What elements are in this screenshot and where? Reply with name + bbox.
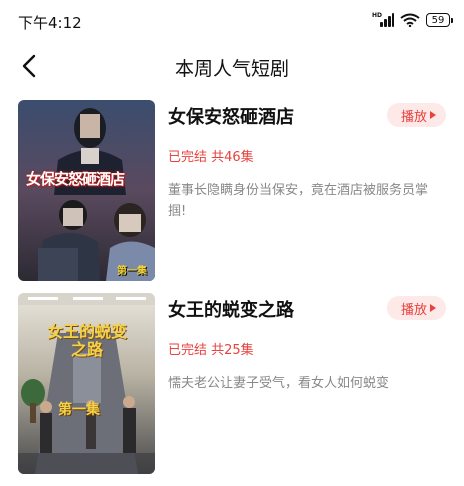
drama-list: 女保安怒砸酒店 第一集 女保安怒砸酒店 播放 已完结 共46集 董事长隐瞒身份当… <box>0 100 464 486</box>
drama-status: 已完结 共46集 <box>168 150 254 165</box>
play-icon <box>430 111 436 119</box>
page-title: 本周人气短剧 <box>174 58 289 80</box>
play-icon <box>430 304 436 312</box>
poster-title-text: 女保安怒砸酒店 <box>26 170 125 188</box>
poster-episode-text: 第一集 <box>117 266 147 277</box>
drama-description: 董事长隐瞒身份当保安，竟在酒店被服务员掌掴! <box>168 183 429 219</box>
drama-status: 已完结 共25集 <box>168 343 254 358</box>
play-button-label: 播放 <box>400 109 427 125</box>
signal-icon: HD <box>372 12 394 27</box>
play-button-label: 播放 <box>400 302 427 318</box>
drama-poster[interactable]: 女王的蜕变之路 第一集 <box>18 293 155 474</box>
drama-description: 懦夫老公让妻子受气，看女人如何蜕变 <box>168 376 390 391</box>
play-button[interactable]: 播放 <box>386 103 446 127</box>
poster-episode-text: 第一集 <box>58 402 100 418</box>
drama-title[interactable]: 女王的蜕变之路 <box>168 296 294 322</box>
status-bar: 下午4:12 HD 59 <box>0 0 464 44</box>
poster-title-text: 女王的蜕变之路 <box>46 322 127 359</box>
status-icons: HD 59 <box>372 12 453 27</box>
wifi-icon <box>400 13 420 27</box>
network-type-label: HD <box>372 12 383 19</box>
drama-poster[interactable]: 女保安怒砸酒店 第一集 <box>18 100 155 281</box>
play-button[interactable]: 播放 <box>386 296 446 320</box>
status-time: 下午4:12 <box>18 14 82 32</box>
nav-bar: 本周人气短剧 <box>0 44 464 88</box>
drama-title[interactable]: 女保安怒砸酒店 <box>168 103 294 129</box>
battery-icon: 59 <box>426 13 453 27</box>
drama-card[interactable]: 女王的蜕变之路 第一集 女王的蜕变之路 播放 已完结 共25集 懦夫老公让妻子受… <box>0 293 464 486</box>
drama-card[interactable]: 女保安怒砸酒店 第一集 女保安怒砸酒店 播放 已完结 共46集 董事长隐瞒身份当… <box>0 100 464 293</box>
